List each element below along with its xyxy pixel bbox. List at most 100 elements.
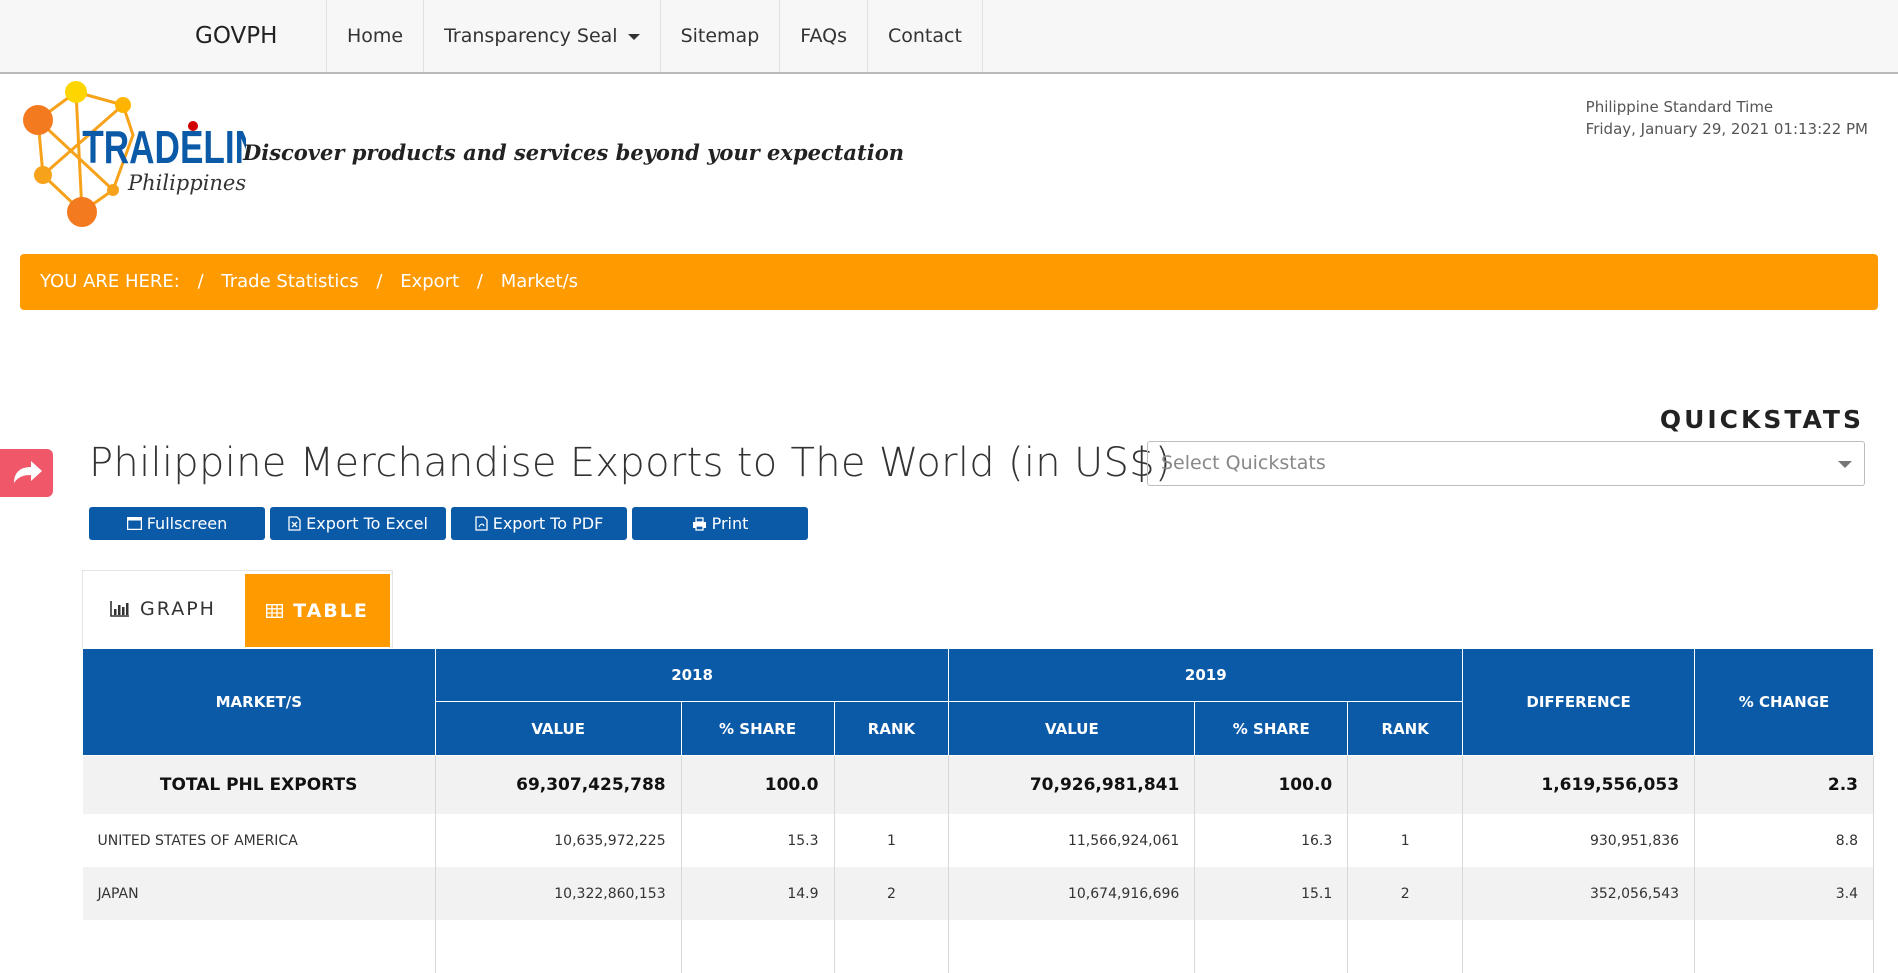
cell-change: 8.8 — [1694, 814, 1874, 867]
page-title: Philippine Merchandise Exports to The Wo… — [89, 440, 1171, 486]
logo-node — [65, 81, 87, 103]
quickstats-heading: QUICKSTATS — [1659, 405, 1864, 434]
site-tagline: Discover products and services beyond yo… — [243, 140, 904, 165]
col-header-2019: 2019 — [948, 648, 1464, 702]
breadcrumb-separator: / — [197, 271, 204, 292]
cell-share-2019: 16.3 — [1194, 814, 1349, 867]
table-icon — [266, 603, 284, 618]
share-arrow-icon — [14, 461, 42, 483]
export-excel-button[interactable]: Export To Excel — [270, 507, 446, 540]
col-header-markets[interactable]: MARKET/S — [82, 648, 436, 756]
bar-chart-icon — [110, 601, 130, 617]
tab-graph[interactable]: GRAPH — [83, 571, 243, 647]
nav-contact-link[interactable]: Contact — [868, 0, 983, 72]
share-button[interactable] — [0, 449, 53, 497]
breadcrumb-separator: / — [476, 271, 483, 292]
logo-node — [107, 184, 119, 196]
cell-difference: 1,619,556,053 — [1462, 755, 1696, 814]
col-header-rank-2019[interactable]: RANK — [1347, 701, 1464, 756]
table-row-partial — [82, 920, 1874, 973]
table-row: UNITED STATES OF AMERICA 10,635,972,225 … — [82, 814, 1874, 867]
cell-rank-2019: 1 — [1347, 814, 1464, 867]
cell-rank-2018: 1 — [834, 814, 950, 867]
print-label: Print — [711, 514, 749, 533]
breadcrumb-item-markets[interactable]: Market/s — [501, 271, 578, 292]
export-excel-label: Export To Excel — [306, 514, 428, 533]
cell-value-2019: 11,566,924,061 — [948, 814, 1196, 867]
cell-difference: 930,951,836 — [1462, 814, 1696, 867]
printer-icon — [692, 516, 706, 531]
cell-value-2019: 10,674,916,696 — [948, 867, 1196, 920]
cell-share-2018: 15.3 — [681, 814, 835, 867]
clock-label: Philippine Standard Time — [1585, 98, 1774, 116]
top-navbar: GOVPH Home Transparency Seal Sitemap FAQ… — [0, 0, 1898, 74]
print-button[interactable]: Print — [632, 507, 808, 540]
col-header-rank-2018[interactable]: RANK — [833, 701, 950, 756]
cell-rank-2019 — [1347, 755, 1464, 814]
action-toolbar: Fullscreen Export To Excel Export To PDF… — [89, 507, 808, 540]
govph-brand-link[interactable]: GOVPH — [195, 0, 277, 72]
cell-value-2018: 10,635,972,225 — [435, 814, 682, 867]
main-nav: Home Transparency Seal Sitemap FAQs Cont… — [326, 0, 983, 72]
cell-share-2019: 100.0 — [1194, 755, 1349, 814]
breadcrumb-prefix: YOU ARE HERE: — [40, 271, 180, 292]
export-pdf-button[interactable]: Export To PDF — [451, 507, 627, 540]
nav-faqs-link[interactable]: FAQs — [780, 0, 868, 72]
tab-graph-label: GRAPH — [140, 598, 216, 620]
pdf-file-icon — [475, 516, 488, 531]
nav-sitemap-link[interactable]: Sitemap — [661, 0, 781, 72]
excel-file-icon — [288, 516, 301, 531]
cell-rank-2018: 2 — [834, 867, 950, 920]
col-header-difference[interactable]: DIFFERENCE — [1462, 648, 1696, 756]
cell-share-2018: 14.9 — [681, 867, 835, 920]
cell-rank-2018 — [834, 755, 950, 814]
cell-share-2019: 15.1 — [1194, 867, 1349, 920]
cell-share-2018: 100.0 — [681, 755, 835, 814]
tab-table-label: TABLE — [293, 599, 369, 622]
cell-market: TOTAL PHL EXPORTS — [82, 755, 436, 814]
tradeline-logo[interactable]: TRADELINE Philippines — [18, 80, 246, 230]
nav-transparency-seal-dropdown[interactable]: Transparency Seal — [424, 0, 661, 72]
cell-value-2018: 10,322,860,153 — [435, 867, 682, 920]
logo-node — [115, 97, 131, 113]
window-icon — [126, 517, 142, 530]
nav-home-link[interactable]: Home — [327, 0, 425, 72]
cell-change: 3.4 — [1694, 867, 1874, 920]
fullscreen-label: Fullscreen — [146, 514, 228, 533]
cell-market: UNITED STATES OF AMERICA — [82, 814, 436, 867]
logo-wordmark: TRADELINE — [82, 121, 246, 173]
breadcrumb: YOU ARE HERE: / Trade Statistics / Expor… — [20, 254, 1878, 310]
caret-down-icon — [627, 33, 640, 40]
quickstats-placeholder: Select Quickstats — [1161, 452, 1326, 474]
logo-node — [67, 197, 97, 227]
cell-value-2019: 70,926,981,841 — [948, 755, 1196, 814]
fullscreen-button[interactable]: Fullscreen — [89, 507, 265, 540]
breadcrumb-separator: / — [376, 271, 383, 292]
cell-difference: 352,056,543 — [1462, 867, 1696, 920]
exports-table: MARKET/S 2018 2019 DIFFERENCE % CHANGE V… — [82, 648, 1874, 973]
col-header-value-2019[interactable]: VALUE — [948, 701, 1196, 756]
cell-change: 2.3 — [1694, 755, 1874, 814]
breadcrumb-item-export[interactable]: Export — [400, 271, 459, 292]
chevron-down-icon — [1838, 461, 1852, 468]
col-header-value-2018[interactable]: VALUE — [434, 701, 682, 756]
tab-table[interactable]: TABLE — [245, 574, 390, 647]
quickstats-select[interactable]: Select Quickstats — [1147, 441, 1865, 486]
cell-rank-2019: 2 — [1347, 867, 1464, 920]
view-tabs: GRAPH TABLE — [82, 570, 393, 649]
col-header-change[interactable]: % CHANGE — [1694, 648, 1874, 756]
cell-value-2018: 69,307,425,788 — [435, 755, 682, 814]
table-row-total: TOTAL PHL EXPORTS 69,307,425,788 100.0 7… — [82, 755, 1874, 814]
export-pdf-label: Export To PDF — [492, 514, 604, 533]
logo-node — [34, 166, 52, 184]
col-header-share-2018[interactable]: % SHARE — [680, 701, 835, 756]
table-row: JAPAN 10,322,860,153 14.9 2 10,674,916,6… — [82, 867, 1874, 920]
clock-value: Friday, January 29, 2021 01:13:22 PM — [1585, 120, 1868, 138]
breadcrumb-item-trade-statistics[interactable]: Trade Statistics — [221, 271, 358, 292]
cell-market: JAPAN — [82, 867, 436, 920]
standard-time-clock: Philippine Standard Time Friday, January… — [1586, 96, 1868, 140]
logo-subtext: Philippines — [127, 171, 246, 195]
col-header-2018: 2018 — [434, 648, 950, 702]
col-header-share-2019[interactable]: % SHARE — [1194, 701, 1349, 756]
logo-node — [23, 105, 53, 135]
